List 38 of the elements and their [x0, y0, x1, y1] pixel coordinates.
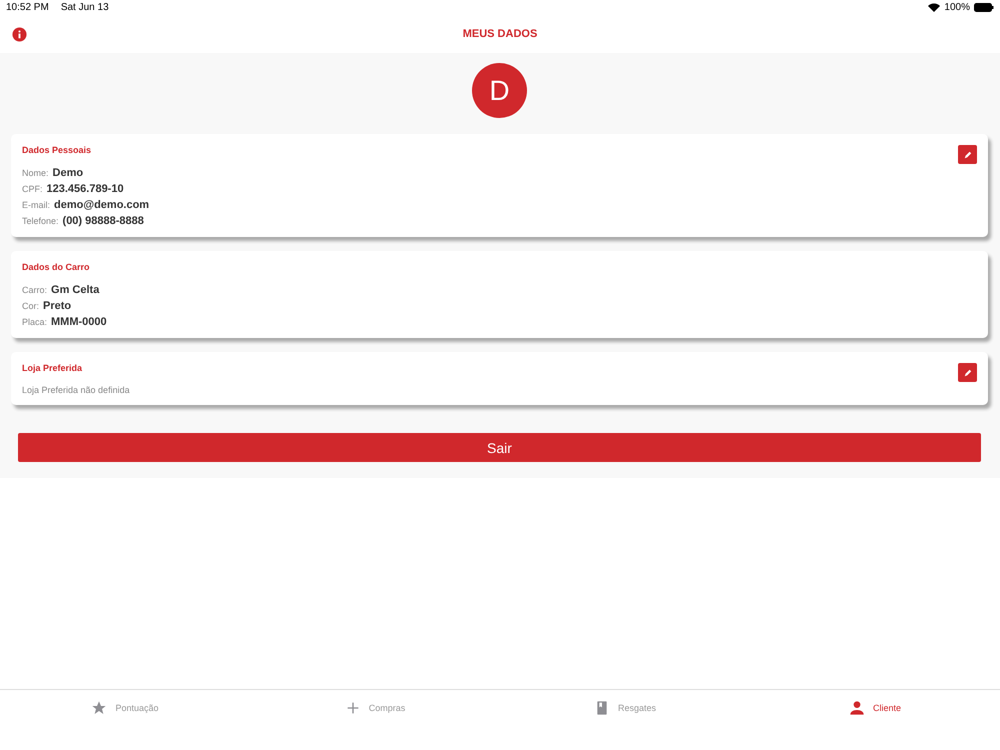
- status-date: Sat Jun 13: [60, 2, 109, 13]
- pencil-icon: [964, 368, 972, 376]
- tab[interactable]: Compras: [250, 700, 500, 716]
- field-label: Cor:: [22, 301, 40, 311]
- edit-button[interactable]: [958, 363, 977, 382]
- person-icon: [848, 700, 865, 716]
- field-value: (00) 98888-8888: [62, 215, 144, 227]
- status-time: 10:52 PM: [6, 2, 49, 13]
- star-icon: [91, 700, 108, 716]
- card-note: Loja Preferida não definida: [22, 385, 131, 395]
- logout-button[interactable]: Sair: [18, 433, 981, 462]
- field-value: Demo: [52, 167, 84, 179]
- wifi-icon: [928, 3, 940, 12]
- field-label: Telefone:: [22, 216, 59, 226]
- card-title: Loja Preferida: [22, 363, 82, 373]
- battery-percent: 100%: [944, 2, 970, 13]
- field-label: E-mail:: [22, 200, 50, 210]
- edit-button[interactable]: [958, 145, 977, 164]
- card-title: Dados Pessoais: [22, 145, 92, 155]
- card-title: Dados do Carro: [22, 262, 90, 272]
- tab[interactable]: Pontuação: [0, 700, 250, 716]
- info-icon[interactable]: [12, 27, 27, 42]
- field-label: Nome:: [22, 168, 49, 178]
- field-value: Preto: [43, 300, 72, 312]
- field-value: Gm Celta: [51, 284, 100, 296]
- pencil-icon: [964, 150, 972, 158]
- page-title: MEUS DADOS: [462, 28, 538, 40]
- tab[interactable]: Cliente: [750, 700, 1000, 716]
- battery-icon: [974, 3, 994, 12]
- field-value: 123.456.789-10: [46, 183, 124, 195]
- field-value: MMM-0000: [51, 316, 107, 328]
- tab[interactable]: Resgates: [500, 700, 750, 716]
- avatar: D: [472, 63, 527, 118]
- field-label: Placa:: [22, 317, 48, 327]
- plus-icon: [344, 700, 361, 716]
- field-value: demo@demo.com: [54, 199, 150, 211]
- field-label: CPF:: [22, 184, 43, 194]
- field-label: Carro:: [22, 285, 48, 295]
